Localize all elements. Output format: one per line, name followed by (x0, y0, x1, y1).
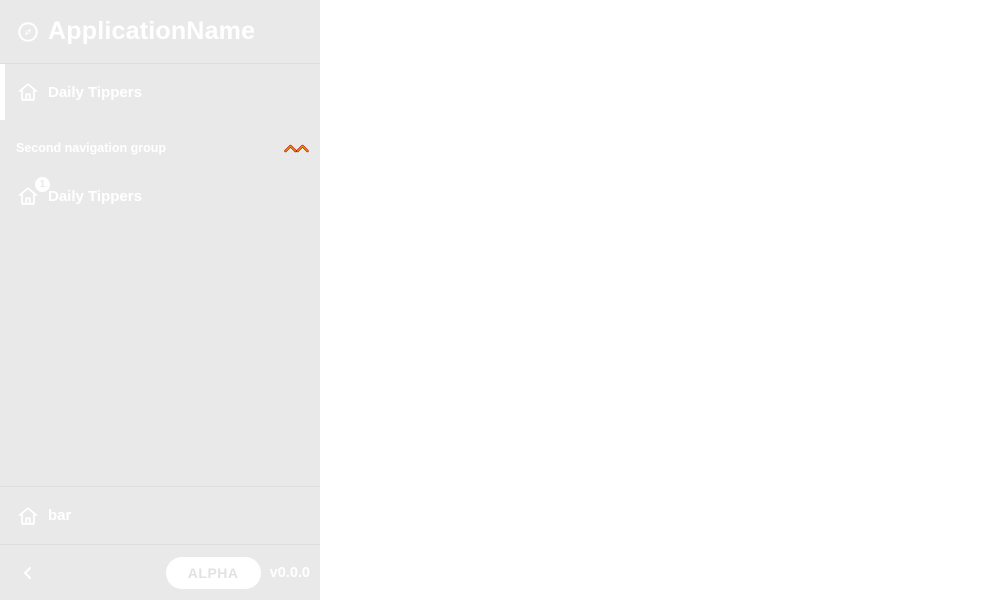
app-name: ApplicationName (48, 17, 256, 45)
sidebar: ApplicationName Daily Tippers Second nav… (0, 0, 320, 600)
nav-item-label: Daily Tippers (48, 187, 142, 205)
notification-badge: 1 (35, 177, 50, 192)
collapse-sidebar-button[interactable] (16, 561, 40, 585)
version-label: v0.0.0 (269, 564, 310, 581)
nav-item-label: Daily Tippers (48, 83, 142, 101)
app-root: ApplicationName Daily Tippers Second nav… (0, 0, 992, 600)
home-icon: 1 (16, 177, 50, 208)
sidebar-header: ApplicationName (0, 0, 320, 64)
collapse-group-button[interactable] (284, 141, 310, 155)
compass-icon (16, 20, 40, 44)
nav-item-bar[interactable]: bar (0, 486, 320, 544)
nav-item-daily-tippers-group[interactable]: 1 Daily Tippers (0, 168, 320, 224)
nav-item-daily-tippers[interactable]: Daily Tippers (0, 64, 320, 120)
version-info: ALPHA v0.0.0 (165, 556, 310, 589)
release-tag-badge: ALPHA (165, 556, 261, 589)
nav-group-title: Second navigation group (16, 141, 167, 155)
home-icon (16, 504, 40, 528)
home-icon (16, 80, 40, 104)
sidebar-footer: ALPHA v0.0.0 (0, 544, 320, 600)
chevron-left-icon (24, 566, 31, 579)
sidebar-bottom: bar ALPHA v0.0.0 (0, 486, 320, 600)
chevron-up-icon (284, 144, 309, 153)
main-content (320, 0, 992, 600)
nav-item-label: bar (48, 507, 72, 524)
